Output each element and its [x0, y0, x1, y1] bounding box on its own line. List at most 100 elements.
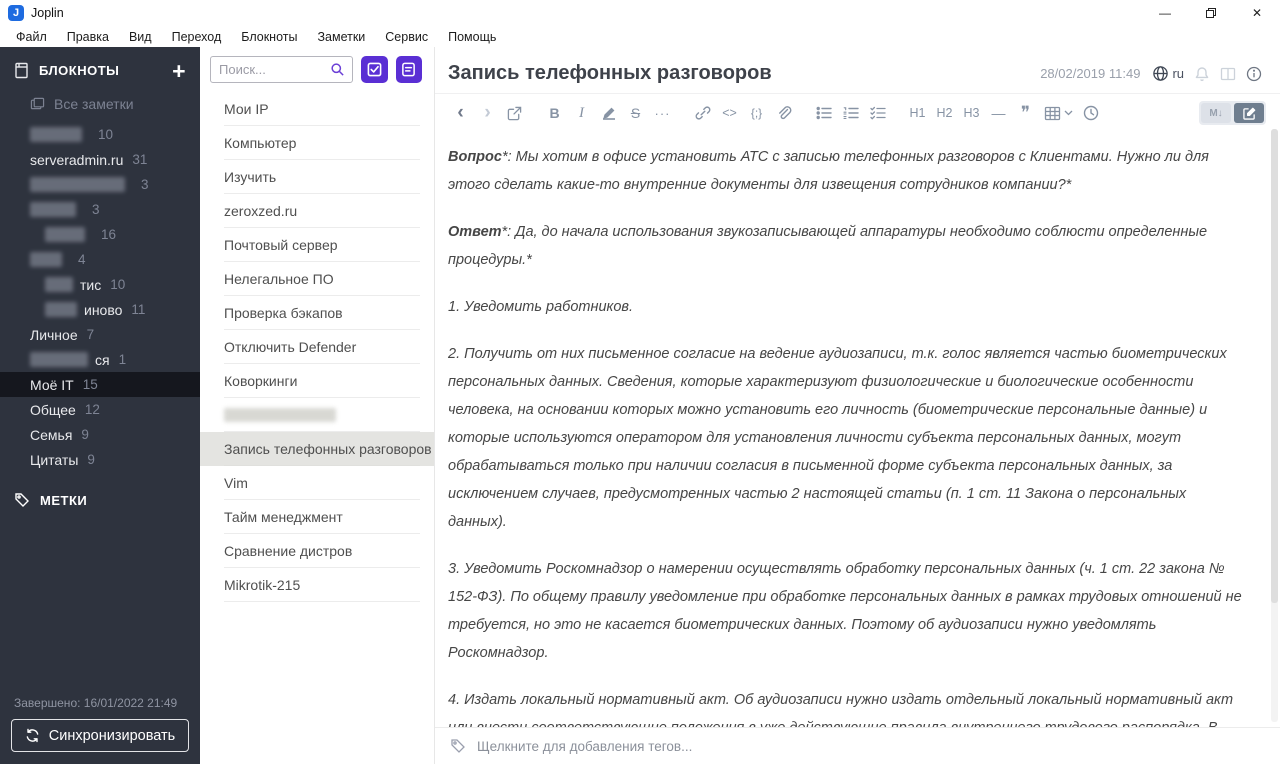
notebook-item[interactable]: ся 1 [0, 347, 200, 372]
markdown-editor-toggle[interactable]: M↓ [1201, 103, 1231, 123]
richtext-editor-toggle[interactable] [1234, 103, 1264, 123]
heading2-button[interactable]: H2 [931, 102, 958, 124]
bullet-list-button[interactable] [810, 102, 837, 124]
window-controls: — ✕ [1142, 0, 1280, 26]
note-list-item[interactable]: Коворкинги [200, 364, 434, 398]
title-bar: J Joplin — ✕ [0, 0, 1280, 26]
inline-code-button[interactable]: <> [716, 102, 743, 124]
note-item-title: Компьютер [224, 135, 297, 151]
menu-tools[interactable]: Сервис [375, 30, 438, 44]
info-icon [1246, 66, 1262, 81]
numbered-list-button[interactable] [837, 102, 864, 124]
set-alarm-button[interactable] [1194, 66, 1210, 82]
notebook-item[interactable]: 3 [0, 197, 200, 222]
note-properties-button[interactable] [1246, 66, 1262, 82]
notebook-count: 15 [82, 377, 98, 392]
heading3-button[interactable]: H3 [958, 102, 985, 124]
note-list-item[interactable]: Нелегальное ПО [200, 262, 434, 296]
note-list-item[interactable]: Запись телефонных разговоров [200, 432, 434, 466]
note-item-title: Мои IP [224, 101, 269, 117]
toggle-layout-button[interactable] [1220, 67, 1236, 81]
paperclip-icon [778, 106, 791, 120]
note-list-item[interactable]: Тайм менеджмент [200, 500, 434, 534]
note-list-item[interactable]: zeroxzed.ru [200, 194, 434, 228]
external-edit-button[interactable] [501, 102, 528, 124]
hyperlink-button[interactable] [689, 102, 716, 124]
menu-goto[interactable]: Переход [162, 30, 232, 44]
note-list-item[interactable]: Отключить Defender [200, 330, 434, 364]
notebook-item[interactable]: Семья 9 [0, 422, 200, 447]
new-todo-button[interactable] [361, 56, 388, 83]
note-meta: 28/02/2019 11:49 ru [1040, 65, 1262, 82]
minimize-button[interactable]: — [1142, 0, 1188, 26]
blockquote-button[interactable]: ❞ [1012, 102, 1039, 124]
spellcheck-language-button[interactable]: ru [1152, 65, 1184, 82]
menu-edit[interactable]: Правка [57, 30, 119, 44]
close-button[interactable]: ✕ [1234, 0, 1280, 26]
notebook-item[interactable]: Цитаты 9 [0, 447, 200, 472]
back-button[interactable]: ‹ [447, 102, 474, 124]
menu-file[interactable]: Файл [6, 30, 57, 44]
notebook-item[interactable]: Моё IT 15 [0, 372, 200, 397]
notebook-item[interactable]: 16 [0, 222, 200, 247]
note-list-item[interactable]: Vim [200, 466, 434, 500]
notebook-item[interactable]: тис 10 [0, 272, 200, 297]
new-note-button[interactable] [395, 56, 422, 83]
search-input[interactable] [219, 62, 331, 77]
tags-header[interactable]: МЕТКИ [0, 472, 200, 516]
note-list-item[interactable]: Сравнение дистров [200, 534, 434, 568]
notebook-count: 3 [92, 202, 100, 217]
note-item-title: Тайм менеджмент [224, 509, 343, 525]
note-list-item[interactable]: Изучить [200, 160, 434, 194]
note-list-item[interactable]: Мои IP [200, 92, 434, 126]
note-list-item[interactable]: Почтовый сервер [200, 228, 434, 262]
note-list-item[interactable] [200, 398, 434, 432]
notebook-item[interactable]: 4 [0, 247, 200, 272]
add-notebook-button[interactable]: + [172, 59, 186, 82]
notebook-count: 4 [78, 252, 86, 267]
code-block-button[interactable]: {;} [743, 102, 770, 124]
insert-datetime-button[interactable] [1077, 102, 1104, 124]
checkbox-list-button[interactable] [864, 102, 891, 124]
scrollbar-thumb[interactable] [1271, 129, 1278, 604]
restore-button[interactable] [1188, 0, 1234, 26]
note-list-item[interactable]: Компьютер [200, 126, 434, 160]
editor-scrollbar[interactable] [1271, 129, 1278, 722]
all-notes-item[interactable]: Все заметки [0, 89, 200, 119]
notebook-item[interactable]: 10 [0, 122, 200, 147]
note-date: 28/02/2019 11:49 [1040, 66, 1141, 81]
note-list-item[interactable]: Проверка бэкапов [200, 296, 434, 330]
notebook-item[interactable]: иново 11 [0, 297, 200, 322]
strikethrough-button[interactable]: S [622, 102, 649, 124]
all-notes-label: Все заметки [54, 96, 134, 112]
bold-button[interactable]: B [541, 102, 568, 124]
note-paragraph: 1. Уведомить работников. [448, 299, 634, 315]
notebook-item[interactable]: 3 [0, 172, 200, 197]
marker-pen-icon [602, 107, 615, 120]
forward-button: › [484, 102, 491, 123]
notebook-item[interactable]: serveradmin.ru 31 [0, 147, 200, 172]
menu-view[interactable]: Вид [119, 30, 162, 44]
more-formats-button[interactable]: ··· [649, 102, 676, 124]
menu-notebooks[interactable]: Блокноты [231, 30, 307, 44]
note-list-item[interactable]: Mikrotik-215 [200, 568, 434, 602]
tag-bar[interactable]: Щелкните для добавления тегов... [435, 727, 1280, 764]
note-body[interactable]: Вопрос*: Мы хотим в офисе установить АТС… [435, 131, 1280, 727]
note-title[interactable]: Запись телефонных разговоров [448, 62, 1040, 85]
tags-header-label: МЕТКИ [40, 492, 88, 508]
menu-notes[interactable]: Заметки [307, 30, 375, 44]
italic-button[interactable]: I [568, 102, 595, 124]
notebook-item[interactable]: Личное 7 [0, 322, 200, 347]
insert-table-button[interactable] [1039, 102, 1077, 124]
menu-help[interactable]: Помощь [438, 30, 506, 44]
note-item-title: Коворкинги [224, 373, 298, 389]
highlight-button[interactable] [595, 102, 622, 124]
attach-file-button[interactable] [770, 102, 797, 124]
notebook-count: 9 [81, 427, 89, 442]
sync-button[interactable]: Синхронизировать [11, 719, 189, 752]
notebook-item[interactable]: Общее 12 [0, 397, 200, 422]
heading1-button[interactable]: H1 [904, 102, 931, 124]
notebook-label: Цитаты [30, 451, 79, 468]
checkbox-list-icon [869, 106, 886, 120]
horizontal-rule-button[interactable]: — [985, 102, 1012, 124]
